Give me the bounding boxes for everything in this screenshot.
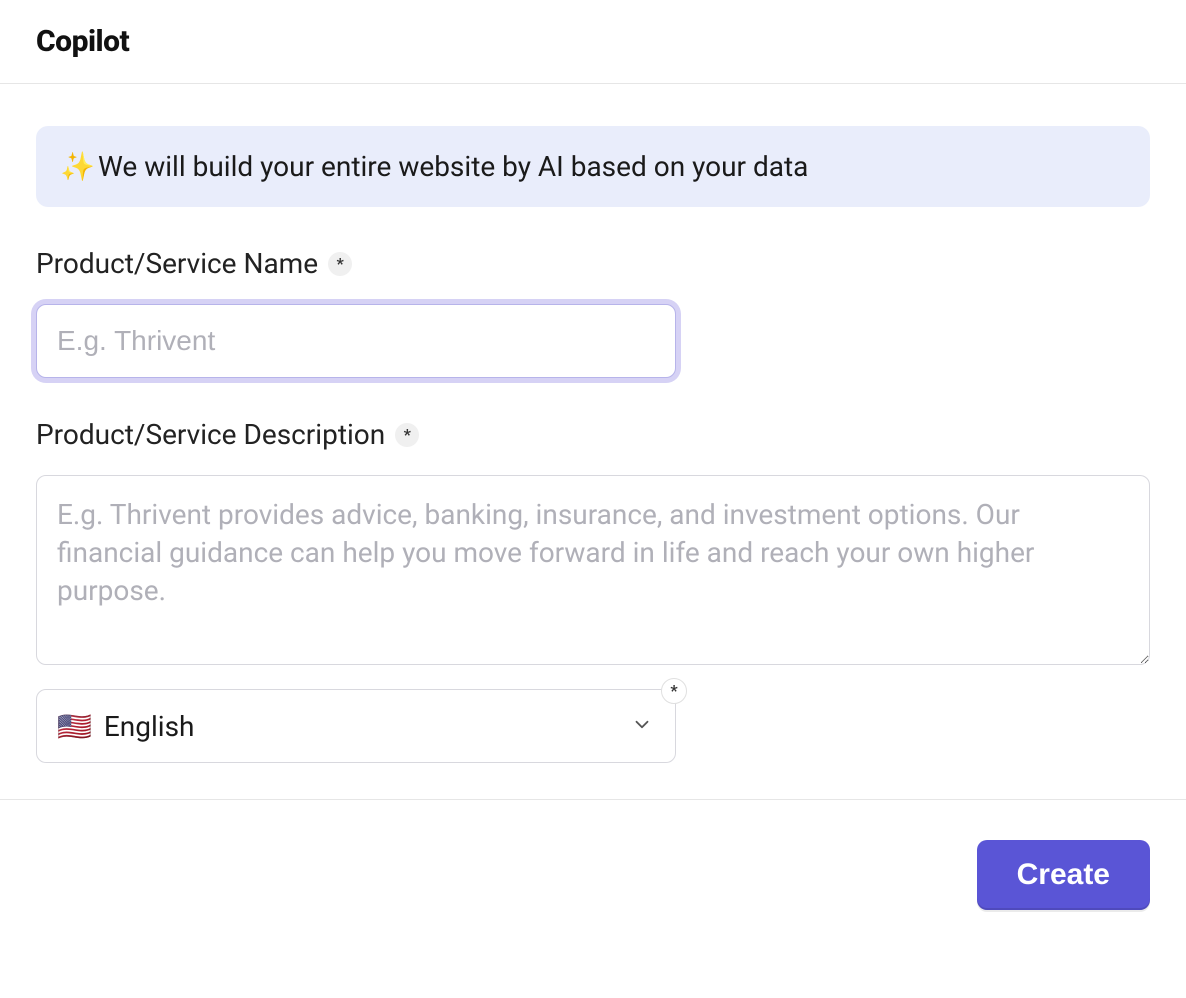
language-select[interactable]: 🇺🇸 English [36,689,676,763]
header: Copilot [0,0,1186,84]
sparkles-icon: ✨ [60,150,88,183]
footer-bar: Create [0,799,1186,940]
product-name-field-block: Product/Service Name * [36,247,1150,378]
product-name-input-wrap [36,304,676,378]
ai-banner-text: We will build your entire website by AI … [98,150,808,183]
flag-icon: 🇺🇸 [57,710,92,743]
product-description-input[interactable] [36,475,1150,665]
product-description-field-block: Product/Service Description * [36,418,1150,669]
product-description-label-row: Product/Service Description * [36,418,1150,451]
product-name-input[interactable] [36,304,676,378]
content-area: ✨ We will build your entire website by A… [0,84,1186,799]
create-button[interactable]: Create [977,840,1150,910]
product-name-label: Product/Service Name [36,247,318,280]
language-field-block: 🇺🇸 English * [36,689,676,763]
chevron-down-icon [631,710,653,743]
product-description-label: Product/Service Description [36,418,385,451]
language-selected-label: English [104,710,195,743]
required-indicator-icon: * [661,678,687,704]
page-title: Copilot [36,24,1150,59]
required-indicator-icon: * [395,423,419,447]
product-name-label-row: Product/Service Name * [36,247,1150,280]
required-indicator-icon: * [328,252,352,276]
ai-banner: ✨ We will build your entire website by A… [36,126,1150,207]
